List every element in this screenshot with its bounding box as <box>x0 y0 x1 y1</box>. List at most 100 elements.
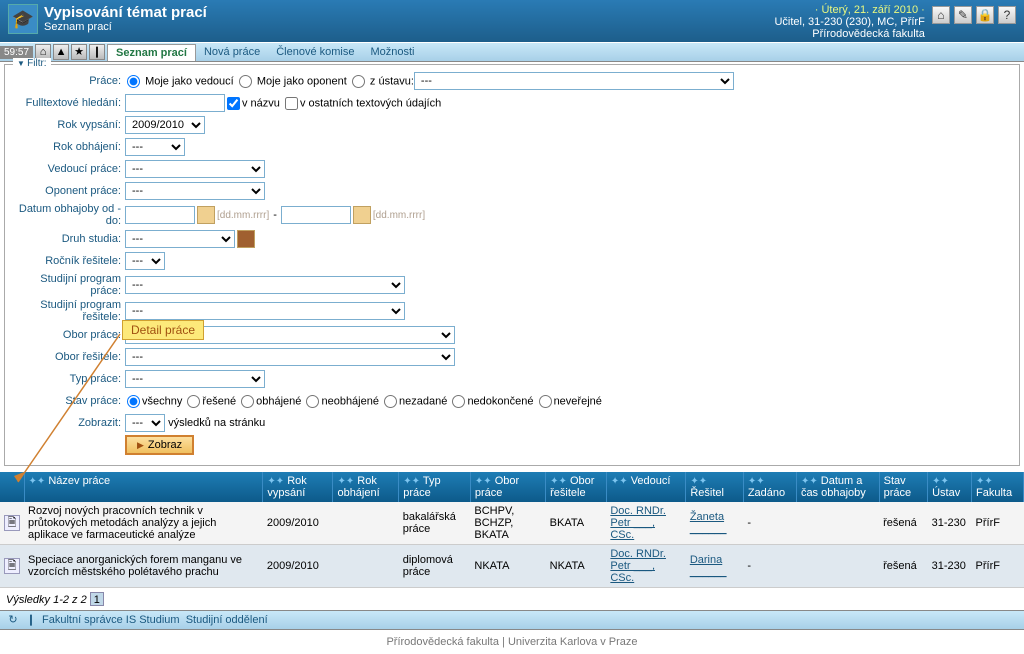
label-vedouci: Vedoucí práce: <box>11 163 125 175</box>
cell-stav: řešená <box>879 545 927 588</box>
radio-nezadane[interactable]: nezadané <box>382 395 447 408</box>
check-v-ostatnich[interactable]: v ostatních textových údajích <box>283 97 441 110</box>
filter-panel: Filtr: Práce: Moje jako vedoucí Moje jak… <box>4 64 1020 466</box>
cell-ustav: 31-230 <box>928 502 972 545</box>
session-timer: 59:57 <box>0 46 33 59</box>
col-nazev: ✦✦ Název práce <box>24 472 263 502</box>
label-zobrazit: Zobrazit: <box>11 417 125 429</box>
cell-datum <box>796 545 879 588</box>
label-rocnik: Ročník řešitele: <box>11 255 125 267</box>
col-rok-obhajeni: ✦✦ Rok obhájení <box>333 472 399 502</box>
toolbar-star-icon[interactable]: ★ <box>71 44 87 60</box>
col-resitel: ✦✦ Řešitel <box>686 472 744 502</box>
select-ustav[interactable]: --- <box>414 72 734 90</box>
cell-resitel: Žaneta ______ <box>686 502 744 545</box>
label-fulltext: Fulltextové hledání: <box>11 97 125 109</box>
tools-icon[interactable]: ✎ <box>954 6 972 24</box>
label-prace: Práce: <box>11 75 125 87</box>
cell-ustav: 31-230 <box>928 545 972 588</box>
col-vedouci: ✦✦ Vedoucí <box>606 472 685 502</box>
radio-vsechny[interactable]: všechny <box>125 395 182 408</box>
col-zadano: ✦✦ Zadáno <box>743 472 796 502</box>
col-obor-prace: ✦✦ Obor práce <box>470 472 545 502</box>
input-datum-od[interactable] <box>125 206 195 224</box>
select-rok-obhajeni[interactable]: --- <box>125 138 185 156</box>
zobraz-button[interactable]: Zobraz <box>125 435 194 455</box>
select-st-program-prace[interactable]: --- <box>125 276 405 294</box>
cell-rok-vypsani: 2009/2010 <box>263 502 333 545</box>
table-row: 🗎Speciace anorganických forem manganu ve… <box>0 545 1024 588</box>
link-fakultni-spravce[interactable]: Fakultní správce IS Studium <box>42 614 180 626</box>
cell-obor-prace: BCHPV, BCHZP, BKATA <box>470 502 545 545</box>
tab-nova-prace[interactable]: Nová práce <box>196 44 268 60</box>
cell-obor-resitele: BKATA <box>546 502 607 545</box>
select-druh-studia[interactable]: --- <box>125 230 235 248</box>
cell-obor-resitele: NKATA <box>546 545 607 588</box>
cell-nazev: Speciace anorganických forem manganu ve … <box>24 545 263 588</box>
toolbar-up-icon[interactable]: ▲ <box>53 44 69 60</box>
label-rok-obhajeni: Rok obhájení: <box>11 141 125 153</box>
cell-datum <box>796 502 879 545</box>
label-typ-prace: Typ práce: <box>11 373 125 385</box>
page-1[interactable]: 1 <box>90 592 104 606</box>
col-obor-resitele: ✦✦ Obor řešitele <box>546 472 607 502</box>
select-typ-prace[interactable]: --- <box>125 370 265 388</box>
zobrazit-suffix: výsledků na stránku <box>168 417 265 429</box>
main-toolbar: 59:57 ⌂ ▲ ★ ❙ Seznam prací Nová práce Čl… <box>0 42 1024 62</box>
tab-clenove-komise[interactable]: Členové komise <box>268 44 362 60</box>
filter-legend[interactable]: Filtr: <box>13 58 51 69</box>
radio-moje-oponent[interactable]: Moje jako oponent <box>237 75 347 88</box>
label-st-program-prace: Studijní program práce: <box>11 273 125 297</box>
label-obor-resitele: Obor řešitele: <box>11 351 125 363</box>
help-icon[interactable]: ? <box>998 6 1016 24</box>
select-oponent[interactable]: --- <box>125 182 265 200</box>
check-v-nazvu[interactable]: v názvu <box>225 97 280 110</box>
hint-od: [dd.mm.rrrr] <box>217 210 269 221</box>
select-rok-vypsani[interactable]: 2009/2010 <box>125 116 205 134</box>
col-stav: Stav práce <box>879 472 927 502</box>
cell-rok-obhajeni <box>333 502 399 545</box>
cell-fakulta: PřírF <box>972 502 1024 545</box>
select-rocnik[interactable]: --- <box>125 252 165 270</box>
input-fulltext[interactable] <box>125 94 225 112</box>
cell-fakulta: PřírF <box>972 545 1024 588</box>
radio-nedokoncene[interactable]: nedokončené <box>450 395 533 408</box>
col-fakulta: ✦✦ Fakulta <box>972 472 1024 502</box>
select-st-program-resitele[interactable]: --- <box>125 302 405 320</box>
cell-zadano: - <box>743 545 796 588</box>
footer: Přírodovědecká fakulta | Univerzita Karl… <box>0 630 1024 654</box>
refresh-icon[interactable]: ↻ <box>6 613 20 627</box>
radio-obhajene[interactable]: obhájené <box>239 395 301 408</box>
pager: Výsledky 1-2 z 2 1 <box>0 588 1024 610</box>
home-icon[interactable]: ⌂ <box>932 6 950 24</box>
select-zobrazit[interactable]: --- <box>125 414 165 432</box>
toolbar-bookmark-icon[interactable]: ❙ <box>89 44 105 60</box>
label-st-program-resitele: Studijní program řešitele: <box>11 299 125 323</box>
cell-zadano: - <box>743 502 796 545</box>
radio-z-ustavu[interactable]: z ústavu: <box>350 75 414 88</box>
hint-do: [dd.mm.rrrr] <box>373 210 425 221</box>
druh-studia-extra-icon[interactable] <box>237 230 255 248</box>
detail-icon[interactable]: 🗎 <box>4 515 20 531</box>
radio-moje-vedouci[interactable]: Moje jako vedoucí <box>125 75 234 88</box>
calendar-od-icon[interactable] <box>197 206 215 224</box>
cell-stav: řešená <box>879 502 927 545</box>
cell-rok-obhajeni <box>333 545 399 588</box>
tab-seznam-praci[interactable]: Seznam prací <box>107 44 196 61</box>
cell-vedouci: Doc. RNDr. Petr ___, CSc. <box>606 502 685 545</box>
tab-moznosti[interactable]: Možnosti <box>362 44 422 60</box>
label-rok-vypsani: Rok vypsání: <box>11 119 125 131</box>
lock-icon[interactable]: 🔒 <box>976 6 994 24</box>
calendar-do-icon[interactable] <box>353 206 371 224</box>
faculty-name: Přírodovědecká fakulta <box>774 28 924 40</box>
radio-neobhajene[interactable]: neobhájené <box>304 395 379 408</box>
detail-icon[interactable]: 🗎 <box>4 558 20 574</box>
radio-resene[interactable]: řešené <box>185 395 236 408</box>
select-vedouci[interactable]: --- <box>125 160 265 178</box>
radio-neverejne[interactable]: neveřejné <box>537 395 602 408</box>
link-studijni-oddeleni[interactable]: Studijní oddělení <box>186 614 268 626</box>
select-obor-resitele[interactable]: --- <box>125 348 455 366</box>
input-datum-do[interactable] <box>281 206 351 224</box>
col-datum: ✦✦ Datum a čas obhajoby <box>796 472 879 502</box>
bookmark-bottom-icon[interactable]: ❙ <box>24 613 38 627</box>
